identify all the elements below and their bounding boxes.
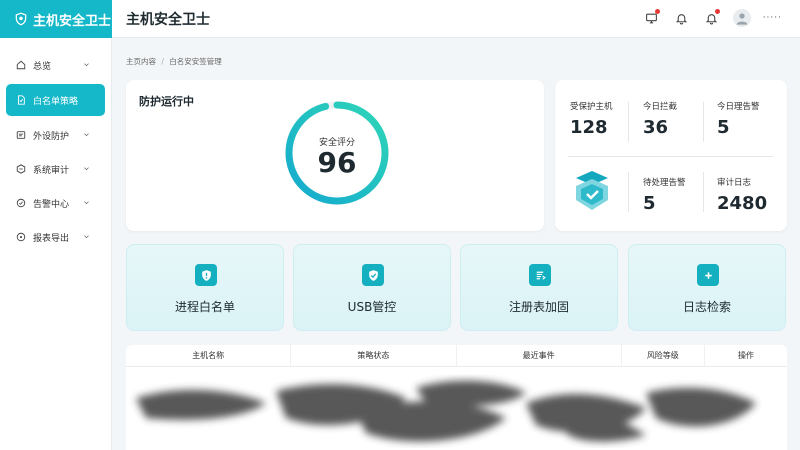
stat-protected-hosts[interactable]: 受保护主机 128 [570, 100, 613, 138]
home-icon [16, 60, 26, 70]
feature-log-search[interactable]: 日志检索 [628, 244, 786, 331]
sidebar-item-label: 系统审计 [33, 165, 70, 176]
protection-card: 防护运行中 安全评分 96 [126, 80, 544, 231]
stat-pending-alerts[interactable]: 待处理告警 5 [643, 176, 686, 214]
score-value: 96 [317, 146, 357, 179]
device-icon [16, 131, 26, 139]
stat-value: 5 [717, 117, 730, 138]
feature-usb-control[interactable]: USB管控 [293, 244, 451, 331]
audit-icon [16, 164, 26, 174]
chevron-down-icon [84, 235, 89, 239]
stat-label: 今日拦截 [643, 102, 678, 112]
feature-process-whitelist[interactable]: 进程白名单 [126, 244, 284, 331]
avatar[interactable] [732, 9, 751, 27]
brand-logo[interactable]: 主机安全卫士 [0, 0, 112, 38]
feature-label: USB管控 [347, 300, 397, 314]
divider [703, 102, 704, 142]
divider [628, 102, 629, 142]
notification-badge [714, 9, 720, 14]
breadcrumb-current: 白名安安签管理 [169, 57, 222, 66]
brand-name: 主机安全卫士 [33, 13, 112, 29]
stat-audit-logs[interactable]: 审计日志 2480 [717, 176, 767, 214]
sidebar-item-label: 报表导出 [33, 233, 70, 244]
breadcrumb-root[interactable]: 主页内容 [126, 57, 156, 66]
chevron-down-icon [84, 201, 89, 205]
log-add-icon [697, 264, 719, 286]
stat-value: 128 [570, 117, 608, 138]
feature-registry-hardening[interactable]: 注册表加固 [460, 244, 618, 331]
host-table: 主机名称 策略状态 最近事件 风险等级 操作 [126, 345, 787, 450]
feature-label: 进程白名单 [174, 300, 235, 314]
sidebar-item-label: 白名单策略 [33, 96, 79, 107]
header-actions: ····· [643, 9, 782, 27]
sidebar-item-whitelist[interactable]: 白名单策略 [6, 84, 105, 116]
divider [628, 172, 629, 212]
stat-alerts-today[interactable]: 今日理告警 5 [717, 100, 760, 138]
stat-blocked-today[interactable]: 今日拦截 36 [643, 100, 677, 138]
breadcrumb: 主页内容 / 白名安安签管理 [126, 56, 222, 67]
stats-card: 受保护主机 128 今日拦截 36 今日理告警 5 待处理告警 5 审计日志 2… [555, 80, 787, 231]
sidebar-item-alerts[interactable]: 告警中心 [6, 188, 105, 218]
sidebar-item-audit[interactable]: 系统审计 [6, 154, 105, 184]
shield-check-icon [362, 264, 384, 286]
user-name[interactable]: ····· [763, 13, 782, 23]
stat-label: 今日理告警 [717, 102, 760, 112]
sidebar-item-overview[interactable]: 总览 [6, 50, 105, 80]
sidebar-item-label: 总览 [33, 61, 52, 72]
stat-value: 36 [643, 117, 669, 138]
divider [703, 172, 704, 212]
page-title: 主机安全卫士 [126, 12, 210, 28]
bell-outline-icon[interactable] [673, 9, 691, 27]
notification-bell-icon[interactable] [703, 9, 721, 27]
sidebar-item-label: 告警中心 [33, 199, 70, 210]
stat-value: 2480 [717, 193, 768, 214]
stat-label: 待处理告警 [643, 178, 686, 188]
whitelist-icon [18, 95, 25, 105]
stat-label: 审计日志 [717, 178, 752, 188]
feature-label: 日志检索 [682, 300, 731, 314]
registry-list-icon [529, 264, 551, 286]
protection-status-title: 防护运行中 [139, 95, 194, 108]
feature-label: 注册表加固 [508, 300, 569, 314]
stat-label: 受保护主机 [570, 102, 613, 112]
sidebar: 总览 白名单策略 外设防护 系统审计 告警中心 报表导出 [0, 38, 112, 450]
shield-logo-icon [15, 12, 27, 26]
breadcrumb-separator: / [161, 57, 164, 66]
sidebar-item-export[interactable]: 报表导出 [6, 222, 105, 252]
sidebar-item-label: 外设防护 [33, 131, 70, 142]
obscured-table-rows [136, 380, 756, 442]
sidebar-item-device[interactable]: 外设防护 [6, 120, 105, 150]
user-avatar-icon [736, 13, 748, 25]
shield-alert-icon [195, 264, 217, 286]
alert-icon [16, 198, 26, 208]
export-icon [16, 232, 26, 242]
divider [568, 156, 773, 157]
chevron-down-icon [84, 133, 89, 137]
chevron-down-icon [84, 167, 89, 171]
top-bar: 主机安全卫士 主机安全卫士 ····· [0, 0, 800, 38]
stat-value: 5 [643, 193, 656, 214]
monitor-icon[interactable] [643, 9, 661, 27]
shield-stack-icon [576, 171, 608, 210]
chevron-down-icon [84, 63, 89, 67]
monitor-badge [654, 9, 660, 14]
